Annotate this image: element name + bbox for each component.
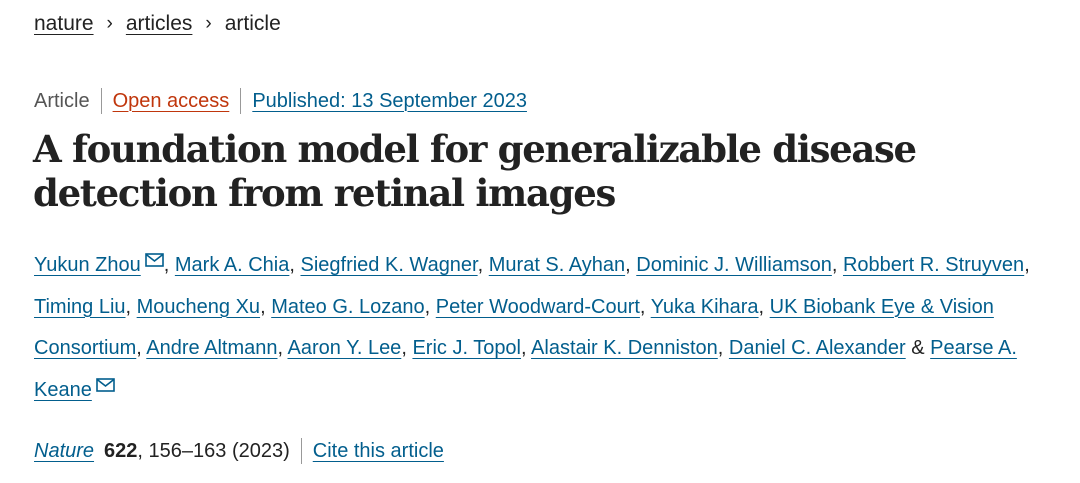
author-link[interactable]: Mark A. Chia <box>175 254 289 276</box>
mail-icon[interactable] <box>96 377 115 392</box>
author-separator: , <box>401 337 413 359</box>
author-separator: , <box>260 295 272 318</box>
article-title: A foundation model for generalizable dis… <box>33 127 917 215</box>
journal-link[interactable]: Nature <box>34 440 94 463</box>
author-separator: , <box>289 254 301 276</box>
page-range: , 156–163 (2023) <box>137 439 290 462</box>
author-separator: , <box>136 337 147 359</box>
author-link[interactable]: Yukun Zhou <box>34 254 141 276</box>
author-separator: , <box>125 295 137 318</box>
author-link[interactable]: Daniel C. Alexander <box>729 337 906 359</box>
meta-divider <box>100 88 102 114</box>
article-meta: Article Open access Published: 13 Septem… <box>34 88 527 114</box>
article-type: Article <box>34 89 90 112</box>
meta-divider <box>240 88 242 114</box>
breadcrumb-separator-icon: › <box>106 13 113 34</box>
author-separator: , <box>521 337 532 359</box>
author-link[interactable]: Alastair K. Denniston <box>531 337 718 359</box>
breadcrumb: nature › articles › article <box>34 12 281 36</box>
author-link[interactable]: Siegfried K. Wagner <box>300 254 477 276</box>
author-link[interactable]: Mateo G. Lozano <box>271 296 424 318</box>
breadcrumb-separator-icon: › <box>205 13 212 34</box>
author-separator: , <box>831 254 843 276</box>
breadcrumb-link-articles[interactable]: articles <box>126 12 193 36</box>
breadcrumb-current: article <box>224 12 281 35</box>
citation-divider <box>300 438 302 464</box>
author-separator: , <box>424 295 436 318</box>
volume-number: 622 <box>104 439 138 462</box>
author-link[interactable]: Dominic J. Williamson <box>636 254 832 276</box>
author-separator: , <box>163 254 175 276</box>
author-link[interactable]: Eric J. Topol <box>412 337 521 359</box>
open-access-link[interactable]: Open access <box>113 90 230 113</box>
author-link[interactable]: Timing Liu <box>34 296 126 318</box>
author-link[interactable]: Robbert R. Struyven <box>843 254 1024 276</box>
mail-icon[interactable] <box>144 253 164 267</box>
citation: Nature 622 , 156–163 (2023) Cite this ar… <box>34 438 444 464</box>
author-link[interactable]: Yuka Kihara <box>651 296 759 318</box>
author-list: Yukun Zhou, Mark A. Chia, Siegfried K. W… <box>34 245 1054 411</box>
author-separator: , <box>717 337 729 359</box>
author-separator: , <box>758 295 770 318</box>
author-link[interactable]: Moucheng Xu <box>137 296 260 318</box>
author-separator: & <box>905 337 931 359</box>
article-header: nature › articles › article Article Open… <box>0 0 1080 483</box>
author-separator: , <box>477 254 489 276</box>
author-link[interactable]: Aaron Y. Lee <box>288 337 402 359</box>
author-separator: , <box>639 295 651 318</box>
author-separator: , <box>625 254 637 276</box>
author-separator: , <box>277 337 288 359</box>
published-date-link[interactable]: Published: 13 September 2023 <box>252 90 527 113</box>
breadcrumb-link-nature[interactable]: nature <box>34 12 94 36</box>
cite-this-article-link[interactable]: Cite this article <box>313 440 444 463</box>
author-separator: , <box>1024 254 1030 276</box>
author-link[interactable]: Peter Woodward-Court <box>436 296 640 318</box>
author-link[interactable]: Andre Altmann <box>146 337 277 359</box>
author-link[interactable]: Murat S. Ayhan <box>489 254 625 276</box>
